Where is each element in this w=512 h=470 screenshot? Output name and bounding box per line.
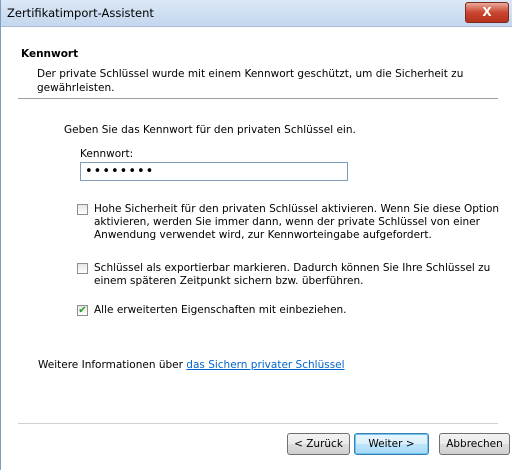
- more-info-link[interactable]: das Sichern privater Schlüssel: [186, 359, 344, 371]
- strong-protection-label: Hohe Sicherheit für den privaten Schlüss…: [94, 203, 500, 241]
- exportable-label: Schlüssel als exportierbar markieren. Da…: [94, 262, 491, 287]
- extended-properties-label: Alle erweiterten Eigenschaften mit einbe…: [94, 304, 347, 316]
- extended-properties-checkbox[interactable]: ✔: [77, 305, 88, 316]
- more-info-text: Weitere Informationen über das Sichern p…: [38, 359, 345, 371]
- password-prompt: Geben Sie das Kennwort für den privaten …: [64, 124, 356, 136]
- close-button[interactable]: X: [465, 2, 509, 23]
- close-icon: X: [482, 5, 492, 19]
- password-label: Kennwort:: [80, 148, 134, 160]
- page-description: Der private Schlüssel wurde mit einem Ke…: [37, 68, 464, 94]
- more-info-prefix: Weitere Informationen über: [38, 359, 187, 371]
- footer-divider: [18, 423, 498, 424]
- next-button[interactable]: Weiter >: [354, 433, 429, 455]
- header-divider: [18, 98, 498, 99]
- window-title: Zertifikatimport-Assistent: [7, 6, 154, 20]
- wizard-window: Zertifikatimport-Assistent X Kennwort De…: [0, 0, 512, 470]
- cancel-button[interactable]: Abbrechen: [439, 433, 510, 455]
- strong-protection-checkbox[interactable]: [77, 204, 88, 215]
- checkmark-icon: ✔: [78, 305, 87, 316]
- password-field[interactable]: ••••••••: [80, 162, 348, 181]
- page-title: Kennwort: [21, 48, 79, 60]
- back-button[interactable]: < Zurück: [287, 433, 350, 455]
- title-bar[interactable]: Zertifikatimport-Assistent X: [1, 0, 512, 27]
- exportable-checkbox[interactable]: [77, 263, 88, 274]
